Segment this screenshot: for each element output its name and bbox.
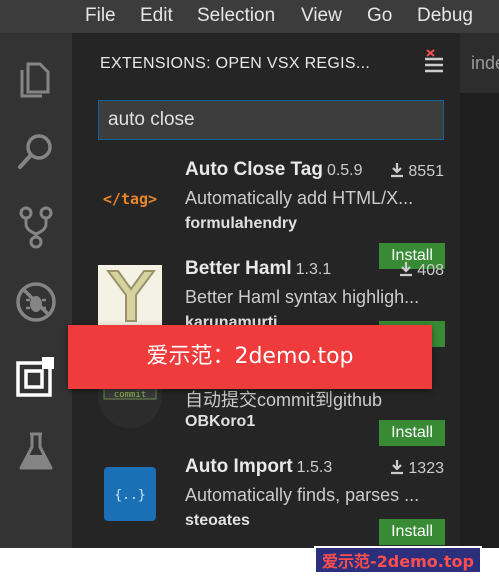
haml-icon <box>98 265 162 329</box>
extension-description: Better Haml syntax highligh... <box>185 287 420 307</box>
extension-name: Auto Close Tag 0.5.9 <box>185 159 363 180</box>
download-icon <box>400 262 413 277</box>
editor-area: inde <box>460 33 499 548</box>
extension-version: 0.5.9 <box>326 162 363 179</box>
download-count: 408 <box>398 261 444 280</box>
extension-name: Better Haml 1.3.1 <box>185 258 332 279</box>
clear-results-icon[interactable] <box>421 49 447 77</box>
search-icon[interactable] <box>12 128 60 176</box>
search-box[interactable] <box>98 100 444 140</box>
extension-author: formulahendry <box>185 215 298 232</box>
activity-bar <box>0 33 72 548</box>
extension-version: 1.5.3 <box>296 459 333 476</box>
download-count: 1323 <box>389 459 444 478</box>
extension-description: Automatically finds, parses ... <box>185 485 420 505</box>
extension-author: steoates <box>185 512 250 529</box>
extension-description: Automatically add HTML/X... <box>185 188 414 208</box>
install-button[interactable]: Install <box>379 420 445 446</box>
extension-item[interactable]: {..} Auto Import 1.5.3 1323 Automatically… <box>72 445 460 545</box>
extensions-sidebar: EXTENSIONS: OPEN VSX REGIS... </tag> Aut… <box>72 33 460 548</box>
svg-text:{..}: {..} <box>114 488 145 503</box>
search-input[interactable] <box>99 101 443 139</box>
explorer-icon[interactable] <box>12 54 60 102</box>
menu-bar: File Edit Selection View Go Debug <box>0 0 499 33</box>
watermark-corner: 爱示范-2demo.top <box>314 546 482 574</box>
extension-author: OBKoro1 <box>185 413 256 430</box>
menu-debug[interactable]: Debug <box>417 5 473 27</box>
extension-description: 自动提交commit到github <box>185 390 383 410</box>
extension-item[interactable]: </tag> Auto Close Tag 0.5.9 8551 Automati… <box>72 148 460 269</box>
sidebar-title: EXTENSIONS: OPEN VSX REGIS... <box>100 55 371 72</box>
extensions-icon[interactable] <box>12 353 60 401</box>
download-count: 8551 <box>389 162 444 181</box>
source-control-icon[interactable] <box>12 203 60 251</box>
editor-tab[interactable]: inde <box>460 33 499 93</box>
menu-go[interactable]: Go <box>367 5 392 27</box>
menu-selection[interactable]: Selection <box>197 5 275 27</box>
auto-import-icon: {..} <box>98 463 162 527</box>
menu-view[interactable]: View <box>301 5 342 27</box>
editor-tab-label: inde <box>471 53 499 73</box>
debug-icon[interactable] <box>12 278 60 326</box>
download-icon <box>391 163 404 178</box>
tag-icon: </tag> <box>98 166 162 230</box>
extension-name: Auto Import 1.5.3 <box>185 456 333 477</box>
watermark-toast: 爱示范：2demo.top <box>68 325 432 389</box>
extension-version: 1.3.1 <box>295 261 332 278</box>
menu-edit[interactable]: Edit <box>140 5 173 27</box>
test-flask-icon[interactable] <box>12 428 60 476</box>
menu-file[interactable]: File <box>85 5 116 27</box>
svg-text:</tag>: </tag> <box>103 190 157 208</box>
svg-text:commit: commit <box>114 390 147 400</box>
vscode-window: File Edit Selection View Go Debug EXTENS… <box>0 0 499 548</box>
download-icon <box>391 460 404 475</box>
install-button[interactable]: Install <box>379 519 445 545</box>
